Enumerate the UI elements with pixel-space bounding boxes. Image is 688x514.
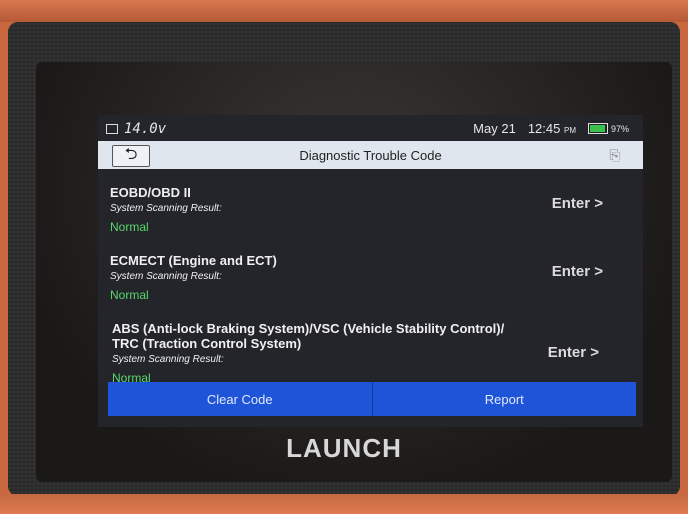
battery-indicator: 97% (587, 123, 629, 134)
time: 12:45 PM (527, 121, 576, 136)
exit-icon: ⎘ (609, 146, 621, 163)
device-case-bottom (0, 494, 688, 514)
system-item-abs: ABS (Anti-lock Braking System)/VSC (Vehi… (98, 321, 643, 385)
action-bar: Clear Code Report (108, 382, 636, 416)
exit-button[interactable]: ⎘ (601, 145, 629, 165)
app-screen: 14.0v May 21 12:45 PM 97% ⮌ Diagnostic T… (98, 115, 643, 427)
back-arrow-icon: ⮌ (124, 145, 138, 163)
brand-logo: LAUNCH (286, 433, 402, 463)
enter-button[interactable]: Enter > (552, 195, 603, 212)
battery-percent: 97% (610, 123, 629, 134)
system-item-ecmect: ECMECT (Engine and ECT) System Scanning … (98, 253, 643, 302)
result-status: Normal (110, 288, 149, 302)
page-title: Diagnostic Trouble Code (299, 147, 442, 163)
result-status: Normal (110, 220, 149, 234)
title-bar: ⮌ Diagnostic Trouble Code ⎘ (98, 141, 643, 169)
battery-icon (587, 123, 608, 134)
status-bar: 14.0v May 21 12:45 PM 97% (98, 115, 643, 141)
clear-code-button[interactable]: Clear Code (108, 382, 372, 416)
back-button[interactable]: ⮌ (112, 145, 150, 167)
date-time: May 21 12:45 PM 97% (473, 121, 629, 136)
enter-button[interactable]: Enter > (548, 344, 599, 361)
voltage-indicator: 14.0v (106, 121, 166, 137)
date: May 21 (473, 121, 516, 136)
system-item-eobd: EOBD/OBD II System Scanning Result: Norm… (98, 185, 643, 234)
device-case-top (0, 0, 688, 22)
system-name: ABS (Anti-lock Braking System)/VSC (Vehi… (112, 321, 505, 336)
voltage-value: 14.0v (124, 121, 167, 137)
car-battery-icon (106, 124, 118, 134)
report-button[interactable]: Report (371, 382, 636, 416)
battery-fill (589, 125, 605, 132)
enter-button[interactable]: Enter > (552, 263, 603, 280)
